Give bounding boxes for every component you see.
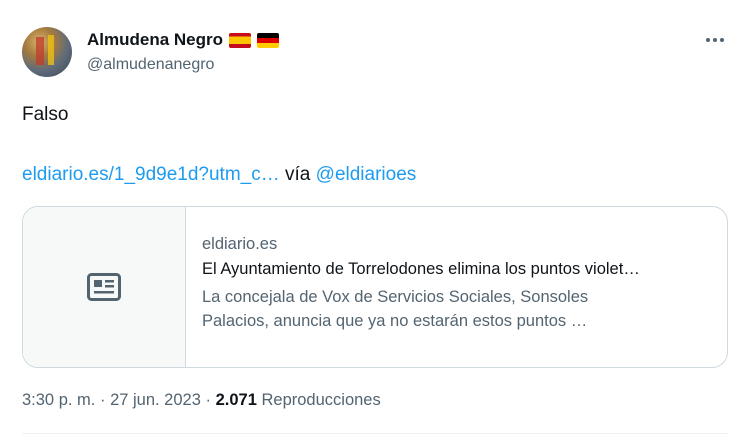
meta-separator: · [205, 391, 212, 409]
card-body: eldiario.es El Ayuntamiento de Torrelodo… [186, 207, 727, 367]
tweet-text: Falso [22, 104, 69, 125]
germany-flag-icon [257, 32, 280, 48]
spain-flag-icon [229, 32, 252, 48]
via-handle-link[interactable]: @eldiarioes [316, 164, 417, 185]
card-description-line: La concejala de Vox de Servicios Sociale… [202, 288, 589, 306]
card-thumbnail [23, 207, 186, 367]
article-icon [87, 273, 121, 301]
article-link[interactable]: eldiario.es/1_9d9e1d?utm_c… [22, 164, 280, 185]
card-title: El Ayuntamiento de Torrelodones elimina … [202, 260, 640, 278]
via-label: vía [285, 164, 311, 185]
card-description: La concejala de Vox de Servicios Sociale… [202, 285, 711, 333]
author-name-row: Almudena Negro [87, 30, 280, 50]
link-preview-card[interactable]: eldiario.es El Ayuntamiento de Torrelodo… [22, 206, 728, 368]
author-name[interactable]: Almudena Negro [87, 30, 223, 50]
tweet-date[interactable]: 27 jun. 2023 [110, 391, 201, 409]
divider [22, 433, 728, 434]
meta-separator: · [99, 391, 106, 409]
views-label: Reproducciones [261, 391, 381, 409]
tweet-link-row: eldiario.es/1_9d9e1d?utm_c… vía @eldiari… [22, 164, 416, 186]
card-description-line: Palacios, anuncia que ya no estarán esto… [202, 312, 588, 330]
more-options-icon[interactable] [700, 30, 730, 50]
tweet-time[interactable]: 3:30 p. m. [22, 391, 95, 409]
card-domain: eldiario.es [202, 235, 278, 253]
avatar[interactable] [22, 27, 72, 77]
author-handle[interactable]: @almudenanegro [87, 56, 214, 74]
tweet-meta: 3:30 p. m. · 27 jun. 2023 · 2.071 Reprod… [22, 391, 381, 410]
views-count: 2.071 [215, 391, 257, 409]
